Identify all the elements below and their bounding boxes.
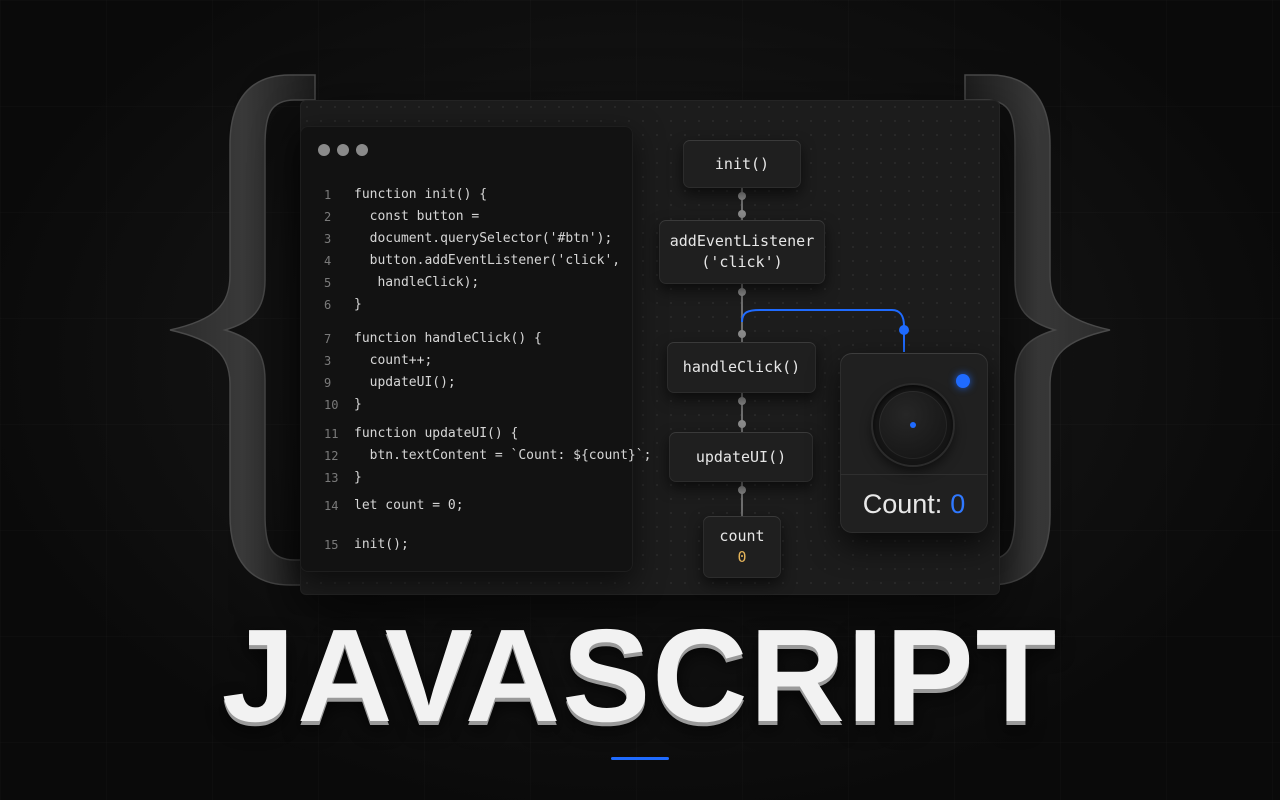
line-number: 10: [324, 398, 339, 412]
line-number: 11: [324, 427, 339, 441]
code-editor-window: 1 function init() { 2 const button = 3 docu…: [300, 126, 651, 572]
line-number: 9: [324, 376, 332, 390]
count-display: Count: 0: [840, 474, 988, 533]
code-text: function init() {: [354, 187, 488, 202]
line-number: 6: [324, 298, 332, 312]
count-display-label: Count:: [862, 488, 943, 519]
code-text: }: [354, 397, 362, 412]
counter-button-card[interactable]: Count: 0: [840, 353, 988, 533]
update-ui-node: updateUI(): [669, 432, 813, 482]
window-dot-icon: [318, 144, 330, 156]
code-text: button.addEventListener('click',: [354, 253, 621, 268]
code-text: count++;: [354, 353, 433, 368]
line-number: 4: [324, 254, 332, 268]
init-node: init(): [683, 140, 801, 188]
status-indicator-icon: [956, 374, 970, 388]
line-number: 5: [324, 276, 332, 290]
left-curly-brace: [169, 74, 316, 586]
line-number: 1: [324, 188, 332, 202]
line-number: 12: [324, 449, 339, 463]
window-controls: [318, 144, 368, 156]
code-text: btn.textContent = `Count: ${count}`;: [354, 448, 652, 463]
code-text: }: [354, 470, 362, 485]
code-text: let count = 0;: [354, 498, 464, 513]
line-number: 13: [324, 471, 339, 485]
count-node: count 0: [703, 516, 781, 578]
count-display-value: 0: [950, 488, 966, 519]
button-face: [879, 391, 947, 459]
line-number: 14: [324, 499, 339, 513]
code-text: const button =: [354, 209, 480, 224]
page-title: JAVASCRIPT: [221, 602, 1059, 749]
code-text: updateUI();: [354, 375, 456, 390]
code-text: function updateUI() {: [354, 426, 519, 441]
handle-click-node: handleClick(): [667, 342, 816, 393]
init-node-label: init(): [714, 154, 770, 173]
line-number: 3: [324, 232, 332, 246]
add-event-listener-node: addEventListener ('click'): [659, 220, 825, 284]
code-text: init();: [354, 537, 409, 552]
listener-node-label: addEventListener: [669, 232, 815, 250]
click-button[interactable]: [873, 385, 953, 465]
code-text: }: [354, 297, 362, 312]
line-number: 3: [324, 354, 332, 368]
line-number: 2: [324, 210, 332, 224]
code-text: function handleClick() {: [354, 331, 542, 346]
window-dot-icon: [337, 144, 349, 156]
title-underline: [611, 757, 669, 760]
handle-click-node-label: handleClick(): [682, 358, 801, 376]
code-text: document.querySelector('#btn');: [354, 231, 613, 246]
line-number: 15: [324, 538, 339, 552]
window-dot-icon: [356, 144, 368, 156]
button-center-dot-icon: [910, 422, 916, 428]
count-node-value: 0: [737, 548, 747, 566]
code-text: handleClick);: [354, 275, 480, 290]
update-ui-node-label: updateUI(): [695, 447, 787, 466]
listener-node-arg: ('click'): [701, 253, 783, 271]
count-node-label: count: [719, 527, 765, 545]
line-number: 7: [324, 332, 332, 346]
